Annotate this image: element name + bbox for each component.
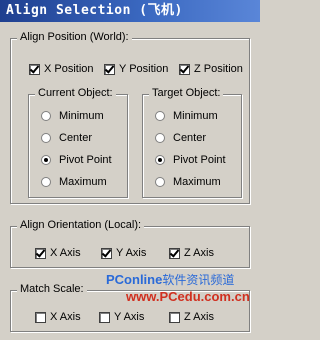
orient-y-label: Y Axis (116, 247, 147, 259)
target-center-label: Center (173, 132, 207, 144)
current-pivot-point-option[interactable]: Pivot Point (41, 154, 112, 166)
scale-x-axis-checkbox[interactable]: X Axis (35, 311, 81, 323)
target-minimum-label: Minimum (173, 110, 218, 122)
x-position-check-box[interactable] (29, 63, 40, 75)
target-object-group: Target Object: Minimum Center Pivot Poin… (142, 87, 242, 198)
align-position-title: Align Position (World): (17, 31, 132, 43)
orient-y-axis-checkbox[interactable]: Y Axis (101, 247, 146, 259)
current-minimum-label: Minimum (59, 110, 104, 122)
scale-z-label: Z Axis (184, 311, 214, 323)
scale-x-check-box[interactable] (35, 311, 46, 323)
scale-z-axis-checkbox[interactable]: Z Axis (169, 311, 214, 323)
scale-y-axis-checkbox[interactable]: Y Axis (99, 311, 144, 323)
target-center-radio[interactable] (155, 133, 165, 143)
x-position-label: X Position (44, 63, 94, 75)
target-minimum-radio[interactable] (155, 111, 165, 121)
window-title-bar[interactable]: Align Selection (飞机) (0, 0, 260, 22)
target-minimum-option[interactable]: Minimum (155, 110, 218, 122)
watermark-brand: PConline软件资讯频道 (106, 271, 235, 288)
orient-y-check-box[interactable] (101, 247, 112, 259)
current-pivot-point-label: Pivot Point (59, 154, 112, 166)
watermark-brand-text: PConline (106, 272, 163, 287)
current-maximum-radio[interactable] (41, 177, 51, 187)
current-maximum-label: Maximum (59, 176, 107, 188)
orient-x-check-box[interactable] (35, 247, 46, 259)
align-orientation-title: Align Orientation (Local): (17, 219, 145, 231)
watermark-brand-suffix: 软件资讯频道 (162, 273, 235, 287)
orient-z-label: Z Axis (184, 247, 214, 259)
orient-x-axis-checkbox[interactable]: X Axis (35, 247, 81, 259)
match-scale-title: Match Scale: (17, 283, 87, 295)
current-object-group: Current Object: Minimum Center Pivot Poi… (28, 87, 128, 198)
current-minimum-radio[interactable] (41, 111, 51, 121)
z-position-label: Z Position (194, 63, 243, 75)
target-pivot-point-radio[interactable] (155, 155, 165, 165)
current-center-radio[interactable] (41, 133, 51, 143)
orient-z-check-box[interactable] (169, 247, 180, 259)
current-pivot-point-radio[interactable] (41, 155, 51, 165)
align-orientation-group: Align Orientation (Local): X Axis Y Axis… (10, 219, 250, 268)
orient-x-label: X Axis (50, 247, 81, 259)
target-pivot-point-option[interactable]: Pivot Point (155, 154, 226, 166)
z-position-check-box[interactable] (179, 63, 190, 75)
target-pivot-point-label: Pivot Point (173, 154, 226, 166)
target-maximum-label: Maximum (173, 176, 221, 188)
x-position-checkbox[interactable]: X Position (29, 63, 94, 75)
y-position-checkbox[interactable]: Y Position (104, 63, 168, 75)
y-position-label: Y Position (119, 63, 169, 75)
target-maximum-option[interactable]: Maximum (155, 176, 221, 188)
target-maximum-radio[interactable] (155, 177, 165, 187)
z-position-checkbox[interactable]: Z Position (179, 63, 243, 75)
window-title: Align Selection (飞机) (6, 3, 183, 18)
current-object-title: Current Object: (35, 87, 116, 99)
orient-z-axis-checkbox[interactable]: Z Axis (169, 247, 214, 259)
scale-y-label: Y Axis (114, 311, 145, 323)
current-minimum-option[interactable]: Minimum (41, 110, 104, 122)
current-center-label: Center (59, 132, 93, 144)
target-object-title: Target Object: (149, 87, 224, 99)
current-center-option[interactable]: Center (41, 132, 92, 144)
watermark-url: www.PCedu.com.cn (126, 289, 250, 304)
target-center-option[interactable]: Center (155, 132, 206, 144)
scale-y-check-box[interactable] (99, 311, 110, 323)
y-position-check-box[interactable] (104, 63, 115, 75)
scale-x-label: X Axis (50, 311, 81, 323)
scale-z-check-box[interactable] (169, 311, 180, 323)
align-position-group: Align Position (World): X Position Y Pos… (10, 31, 250, 204)
current-maximum-option[interactable]: Maximum (41, 176, 107, 188)
